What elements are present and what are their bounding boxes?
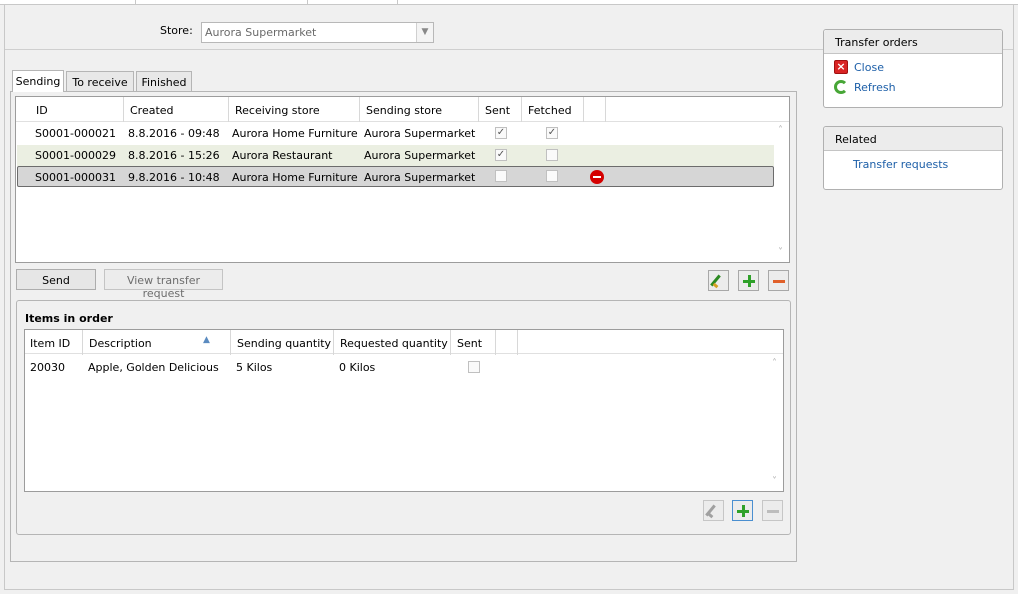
items-table-header: Item ID Description ▲ Sending quantity R… bbox=[25, 330, 783, 355]
refresh-icon bbox=[834, 80, 848, 94]
order-sending-store: Aurora Supermarket bbox=[364, 171, 476, 184]
items-in-order-title: Items in order bbox=[25, 312, 113, 325]
fetched-checkbox[interactable] bbox=[546, 170, 558, 182]
column-header-id[interactable]: ID bbox=[30, 97, 124, 122]
chevron-down-icon[interactable]: ▼ bbox=[416, 23, 433, 42]
item-sending-quantity: 5 Kilos bbox=[236, 361, 273, 374]
remove-order-button[interactable] bbox=[768, 270, 789, 291]
column-header-spacer bbox=[496, 330, 518, 355]
frame-border bbox=[4, 589, 1014, 590]
refresh-link[interactable]: Refresh bbox=[854, 81, 896, 94]
send-button[interactable]: Send bbox=[16, 269, 96, 290]
top-tab-remnant[interactable] bbox=[136, 0, 308, 4]
scroll-down-icon[interactable]: ˅ bbox=[773, 247, 788, 258]
frame-border bbox=[4, 4, 5, 590]
order-receiving-store: Aurora Restaurant bbox=[232, 149, 333, 162]
view-transfer-request-button[interactable]: View transfer request bbox=[104, 269, 223, 300]
add-item-button[interactable] bbox=[732, 500, 753, 521]
table-row[interactable]: S0001-000021 8.8.2016 - 09:48 Aurora Hom… bbox=[17, 123, 774, 144]
fetched-checkbox[interactable] bbox=[546, 149, 558, 161]
scroll-down-icon[interactable]: ˅ bbox=[767, 476, 782, 487]
add-order-button[interactable] bbox=[738, 270, 759, 291]
store-select[interactable]: Aurora Supermarket ▼ bbox=[201, 22, 434, 43]
sort-ascending-icon: ▲ bbox=[203, 335, 210, 345]
fetched-checkbox[interactable]: ✓ bbox=[546, 127, 558, 139]
close-link[interactable]: Close bbox=[854, 61, 884, 74]
top-tab-remnant[interactable] bbox=[0, 0, 136, 4]
order-id: S0001-000021 bbox=[35, 127, 116, 140]
column-header-created[interactable]: Created bbox=[124, 97, 229, 122]
order-receiving-store: Aurora Home Furniture bbox=[232, 127, 358, 140]
top-tab-remnant[interactable] bbox=[308, 0, 398, 4]
table-row[interactable]: S0001-000029 8.8.2016 - 15:26 Aurora Res… bbox=[17, 145, 774, 166]
column-header-sending-store[interactable]: Sending store bbox=[360, 97, 479, 122]
column-header-item-id[interactable]: Item ID bbox=[25, 330, 83, 355]
column-header-sent[interactable]: Sent bbox=[479, 97, 522, 122]
related-panel: Related Transfer requests bbox=[823, 126, 1003, 190]
order-created: 8.8.2016 - 09:48 bbox=[128, 127, 220, 140]
transfer-requests-link[interactable]: Transfer requests bbox=[853, 158, 948, 171]
table-row[interactable]: 20030 Apple, Golden Delicious 5 Kilos 0 … bbox=[26, 357, 768, 378]
items-table: Item ID Description ▲ Sending quantity R… bbox=[24, 329, 784, 492]
item-id: 20030 bbox=[30, 361, 65, 374]
related-panel-title: Related bbox=[824, 127, 1002, 151]
store-select-value: Aurora Supermarket bbox=[205, 26, 317, 39]
edit-item-button[interactable] bbox=[703, 500, 724, 521]
item-description: Apple, Golden Delicious bbox=[88, 361, 219, 374]
edit-order-button[interactable] bbox=[708, 270, 729, 291]
column-header-description[interactable]: Description ▲ bbox=[83, 330, 231, 355]
order-id: S0001-000031 bbox=[35, 171, 116, 184]
item-sent-checkbox[interactable] bbox=[468, 361, 480, 373]
sent-checkbox[interactable] bbox=[495, 170, 507, 182]
order-sending-store: Aurora Supermarket bbox=[364, 149, 476, 162]
column-header-requested-quantity[interactable]: Requested quantity bbox=[334, 330, 451, 355]
order-id: S0001-000029 bbox=[35, 149, 116, 162]
remove-icon[interactable] bbox=[590, 170, 604, 184]
item-requested-quantity: 0 Kilos bbox=[339, 361, 376, 374]
column-header-sent[interactable]: Sent bbox=[451, 330, 496, 355]
orders-table-header: ID Created Receiving store Sending store… bbox=[16, 97, 789, 122]
scroll-up-icon[interactable]: ˄ bbox=[767, 358, 782, 369]
close-icon: × bbox=[834, 60, 848, 74]
remove-item-button[interactable] bbox=[762, 500, 783, 521]
order-receiving-store: Aurora Home Furniture bbox=[232, 171, 358, 184]
transfer-orders-panel: Transfer orders × Close Refresh bbox=[823, 29, 1003, 108]
column-header-fetched[interactable]: Fetched bbox=[522, 97, 584, 122]
tab-to-receive[interactable]: To receive bbox=[66, 71, 134, 92]
store-label: Store: bbox=[160, 24, 193, 37]
order-created: 8.8.2016 - 15:26 bbox=[128, 149, 220, 162]
column-header-receiving-store[interactable]: Receiving store bbox=[229, 97, 360, 122]
order-sending-store: Aurora Supermarket bbox=[364, 127, 476, 140]
order-created: 9.8.2016 - 10:48 bbox=[128, 171, 220, 184]
tab-finished[interactable]: Finished bbox=[136, 71, 192, 92]
tab-sending[interactable]: Sending bbox=[12, 70, 64, 92]
table-row-selected[interactable]: S0001-000031 9.8.2016 - 10:48 Aurora Hom… bbox=[17, 166, 774, 187]
column-header-sending-quantity[interactable]: Sending quantity bbox=[231, 330, 334, 355]
transfer-orders-panel-title: Transfer orders bbox=[824, 30, 1002, 54]
column-header-spacer bbox=[584, 97, 606, 122]
sent-checkbox[interactable]: ✓ bbox=[495, 127, 507, 139]
orders-table: ID Created Receiving store Sending store… bbox=[15, 96, 790, 263]
sent-checkbox[interactable]: ✓ bbox=[495, 149, 507, 161]
scroll-up-icon[interactable]: ˄ bbox=[773, 125, 788, 136]
frame-border bbox=[1013, 4, 1014, 590]
